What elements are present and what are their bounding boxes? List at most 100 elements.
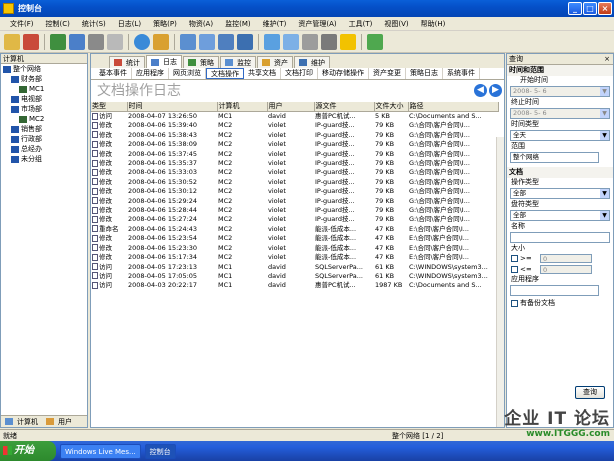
table-row[interactable]: 修改 2008-04-06 15:28:44 MC2 violet IP-guard技.…: [91, 206, 498, 215]
table-row[interactable]: 重命名 2008-04-06 15:24:43 MC2 violet 能派-低成本...…: [91, 225, 498, 234]
table-row[interactable]: 修改 2008-04-06 15:30:52 MC2 violet IP-guard技.…: [91, 178, 498, 187]
app-input[interactable]: [510, 285, 599, 296]
next-page-button[interactable]: ▶: [489, 84, 502, 97]
main-tab[interactable]: 监控: [220, 56, 256, 68]
chevron-down-icon[interactable]: ▼: [600, 189, 609, 198]
table-row[interactable]: 修改 2008-04-06 15:38:43 MC2 violet IP-guard技.…: [91, 131, 498, 140]
size-le-input[interactable]: 0: [539, 265, 592, 274]
message-icon[interactable]: [283, 33, 299, 50]
tree-item[interactable]: 财务部: [1, 74, 87, 84]
maximize-button[interactable]: □: [583, 2, 597, 15]
log-type-tab[interactable]: 资产变更: [369, 68, 406, 79]
table-row[interactable]: 访问 2008-04-07 13:26:50 MC1 david 惠普PC机试... 5 …: [91, 112, 498, 122]
log-type-tab[interactable]: 策略日志: [406, 68, 443, 79]
log-type-tab[interactable]: 移动存储操作: [318, 68, 369, 79]
tree-item[interactable]: 未分组: [1, 154, 87, 164]
table-row[interactable]: 修改 2008-04-06 15:29:24 MC2 violet IP-guard技.…: [91, 197, 498, 206]
import-icon[interactable]: [69, 33, 85, 50]
table-row[interactable]: 修改 2008-04-06 15:23:30 MC2 violet 能派-低成本... 4…: [91, 244, 498, 253]
log-type-tab[interactable]: 基本事件: [95, 68, 132, 79]
chevron-down-icon[interactable]: ▼: [600, 211, 609, 220]
column-header[interactable]: 用户: [267, 102, 315, 112]
start-button[interactable]: 开始: [0, 441, 56, 461]
menu-item[interactable]: 维护(T): [257, 19, 293, 29]
menu-item[interactable]: 资产管理(A): [292, 19, 342, 29]
column-header[interactable]: 时间: [127, 102, 218, 112]
log-type-tab[interactable]: 应用程序: [132, 68, 169, 79]
tree-item[interactable]: 销售部: [1, 124, 87, 134]
new-icon[interactable]: [4, 33, 20, 50]
menu-item[interactable]: 帮助(H): [415, 19, 452, 29]
preview-icon[interactable]: [107, 33, 123, 50]
backup-checkbox[interactable]: [511, 299, 518, 307]
menu-item[interactable]: 物资(A): [183, 19, 219, 29]
op-type-select[interactable]: 全部 ▼: [510, 188, 610, 199]
close-icon[interactable]: ×: [604, 54, 610, 65]
menu-item[interactable]: 日志(L): [112, 19, 147, 29]
menu-item[interactable]: 文件(F): [4, 19, 40, 29]
window-icon[interactable]: [199, 33, 215, 50]
log-type-tab[interactable]: 共享文档: [244, 68, 281, 79]
log-type-tab[interactable]: 文档操作: [206, 68, 244, 79]
table-row[interactable]: 修改 2008-04-06 15:30:12 MC2 violet IP-guard技.…: [91, 187, 498, 196]
web-icon[interactable]: [134, 33, 150, 50]
disk-icon[interactable]: [302, 33, 318, 50]
menu-item[interactable]: 策略(P): [147, 19, 183, 29]
chevron-down-icon[interactable]: ▼: [600, 109, 609, 118]
scope-field[interactable]: 整个网络: [510, 152, 599, 163]
menu-item[interactable]: 控制(C): [40, 19, 76, 29]
main-tab[interactable]: 日志: [146, 55, 182, 68]
table-row[interactable]: 修改 2008-04-06 15:39:40 MC2 violet IP-guard技.…: [91, 121, 498, 130]
computer-icon[interactable]: [180, 33, 196, 50]
start-time-field[interactable]: 2008- 5- 6 ▼: [510, 86, 610, 97]
name-input[interactable]: [510, 232, 610, 243]
tab-users[interactable]: 用户: [42, 417, 76, 427]
table-row[interactable]: 访问 2008-04-05 17:23:13 MC1 david SQLServerPa…: [91, 263, 498, 272]
chevron-down-icon[interactable]: ▼: [600, 131, 609, 140]
vertical-scrollbar[interactable]: [496, 137, 504, 427]
chat-icon[interactable]: [264, 33, 280, 50]
tree-item[interactable]: 行政部: [1, 134, 87, 144]
size-ge-input[interactable]: 0: [539, 254, 592, 263]
lock-icon[interactable]: [153, 33, 169, 50]
taskbar-item-console[interactable]: 控制台: [144, 443, 176, 459]
column-header[interactable]: 源文件: [314, 102, 375, 112]
device-icon[interactable]: [321, 33, 337, 50]
warning-icon[interactable]: [340, 33, 356, 50]
network-icon[interactable]: [237, 33, 253, 50]
minimize-button[interactable]: _: [568, 2, 582, 15]
table-row[interactable]: 修改 2008-04-06 15:17:34 MC2 violet 能派-低成本... 4…: [91, 253, 498, 262]
tree-item[interactable]: 总经办: [1, 144, 87, 154]
table-row[interactable]: 修改 2008-04-06 15:27:24 MC2 violet IP-guard技.…: [91, 215, 498, 224]
main-tab[interactable]: 统计: [109, 56, 145, 68]
table-row[interactable]: 访问 2008-04-05 17:05:05 MC1 david SQLServerPa…: [91, 272, 498, 281]
log-type-tab[interactable]: 网页浏览: [169, 68, 206, 79]
column-header[interactable]: 文件大小: [374, 102, 409, 112]
tree-item[interactable]: 市场部: [1, 104, 87, 114]
taskbar-item-messenger[interactable]: Windows Live Mes...: [60, 443, 141, 459]
chevron-down-icon[interactable]: ▼: [600, 87, 609, 96]
main-tab[interactable]: 策略: [183, 56, 219, 68]
menu-item[interactable]: 视图(V): [378, 19, 414, 29]
column-header[interactable]: 计算机: [217, 102, 268, 112]
export-icon[interactable]: [50, 33, 66, 50]
screen-icon[interactable]: [218, 33, 234, 50]
prev-page-button[interactable]: ◀: [474, 84, 487, 97]
query-button[interactable]: 查询: [575, 386, 605, 399]
storage-type-select[interactable]: 全部 ▼: [510, 210, 610, 221]
delete-icon[interactable]: [23, 33, 39, 50]
tree-item[interactable]: 电视部: [1, 94, 87, 104]
table-row[interactable]: 修改 2008-04-06 15:23:54 MC2 violet 能派-低成本... 4…: [91, 234, 498, 243]
column-header[interactable]: 类型: [91, 102, 128, 112]
time-type-select[interactable]: 全天 ▼: [510, 130, 610, 141]
table-row[interactable]: 修改 2008-04-06 15:38:09 MC2 violet IP-guard技.…: [91, 140, 498, 149]
print-icon[interactable]: [88, 33, 104, 50]
table-row[interactable]: 修改 2008-04-06 15:33:03 MC2 violet IP-guard技.…: [91, 168, 498, 177]
main-tab[interactable]: 维护: [294, 56, 330, 68]
size-ge-checkbox[interactable]: [511, 255, 518, 262]
size-le-checkbox[interactable]: [511, 266, 518, 273]
menu-item[interactable]: 工具(T): [343, 19, 379, 29]
tree-item[interactable]: MC1: [1, 84, 87, 94]
menu-item[interactable]: 监控(M): [219, 19, 257, 29]
close-button[interactable]: ×: [598, 2, 612, 15]
